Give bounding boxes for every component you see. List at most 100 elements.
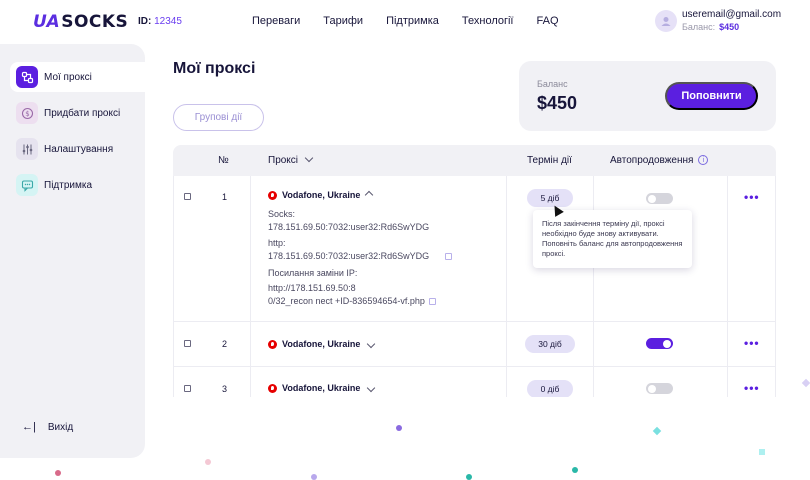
vodafone-icon	[268, 383, 277, 393]
decorative-dot	[205, 459, 211, 465]
sidebar-item-support[interactable]: Підтримка	[10, 170, 145, 200]
avatar[interactable]	[655, 9, 677, 32]
provider-label: Vodafone, Ukraine	[282, 339, 361, 349]
logo-text: SOCKS	[61, 12, 129, 32]
logout-button[interactable]: ←| Вихід	[22, 421, 73, 433]
sidebar-item-settings[interactable]: Налаштування	[10, 134, 145, 164]
ip-change-link-row: 0/32_recon nect +ID-836594654-vf.php	[268, 296, 436, 306]
term-badge: 0 діб	[527, 380, 573, 397]
ip-change-link-line1: http://178.151.69.50:8	[268, 283, 356, 293]
decorative-dot	[572, 467, 578, 473]
dollar-icon: $	[16, 102, 38, 124]
main-nav: Переваги Тарифи Підтримка Технології FAQ	[252, 15, 582, 27]
header-auto-renew-label: Автопродовження	[610, 155, 694, 166]
copy-icon[interactable]	[428, 298, 436, 305]
balance-card-amount: $450	[537, 93, 578, 113]
row-number: 1	[222, 192, 228, 202]
user-icon	[661, 16, 671, 26]
term-tooltip: Після закінчення терміну дії, проксі нео…	[533, 210, 692, 268]
http-value: 178.151.69.50:7032:user32:Rd6SwYDG	[268, 251, 430, 261]
row-checkbox[interactable]	[184, 340, 191, 347]
chat-icon	[16, 174, 38, 196]
user-id-label: ID:	[138, 16, 152, 27]
sidebar-item-label: Налаштування	[44, 143, 114, 155]
decorative-dot	[759, 449, 765, 455]
header-num: №	[218, 155, 229, 166]
row-checkbox[interactable]	[184, 385, 191, 392]
more-menu-icon[interactable]: •••	[744, 190, 760, 204]
http-value-row: 178.151.69.50:7032:user32:Rd6SwYDG	[268, 251, 453, 261]
chevron-down-icon	[367, 339, 376, 349]
header-balance-value: $450	[719, 22, 740, 32]
nav-link-faq[interactable]: FAQ	[537, 15, 559, 27]
header-balance-label: Баланс:	[682, 22, 716, 32]
group-actions-button[interactable]: Групові дії	[173, 104, 264, 131]
term-badge: 30 діб	[525, 335, 575, 353]
chevron-down-icon	[367, 383, 376, 393]
vodafone-icon	[268, 190, 277, 200]
sidebar-item-label: Підтримка	[44, 179, 93, 191]
vodafone-icon	[268, 339, 277, 349]
ip-change-label: Посилання заміни IP:	[268, 268, 358, 278]
proxy-icon	[16, 66, 38, 88]
more-menu-icon[interactable]: •••	[744, 381, 760, 395]
auto-renew-toggle[interactable]	[646, 338, 673, 349]
term-badge: 5 діб	[527, 189, 573, 207]
top-bar: UA SOCKS ID: 12345 Переваги Тарифи Підтр…	[0, 0, 810, 44]
user-id: ID: 12345	[138, 16, 182, 27]
decorative-dot	[55, 470, 61, 476]
chevron-up-icon	[365, 190, 374, 200]
decorative-dot	[652, 426, 662, 436]
balance-card-label: Баланс	[537, 79, 568, 89]
auto-renew-toggle[interactable]	[646, 193, 673, 204]
header-term: Термін дії	[527, 155, 572, 166]
top-up-button[interactable]: Поповнити	[665, 82, 758, 110]
logo[interactable]: UA SOCKS	[33, 12, 128, 32]
chevron-down-icon	[304, 153, 314, 163]
table-header: № Проксі Термін дії Автопродовження i	[173, 145, 776, 176]
sliders-icon	[16, 138, 38, 160]
decorative-dot	[466, 474, 472, 480]
http-label: http:	[268, 238, 286, 248]
sidebar-item-label: Мої проксі	[44, 71, 92, 83]
svg-text:$: $	[25, 110, 29, 118]
ip-change-link-line2: 0/32_recon nect +ID-836594654-vf.php	[268, 296, 425, 306]
header-proxy-label: Проксі	[268, 155, 299, 166]
header-auto-renew: Автопродовження i	[610, 155, 709, 166]
decorative-dot	[801, 378, 810, 388]
sidebar: Мої проксі $ Придбати проксі Налаштуванн…	[0, 44, 145, 458]
socks-label: Socks:	[268, 209, 296, 219]
row-divider	[174, 366, 775, 367]
more-menu-icon[interactable]: •••	[744, 336, 760, 350]
sidebar-item-buy-proxy[interactable]: $ Придбати проксі	[10, 98, 145, 128]
row-number: 3	[222, 384, 228, 394]
sidebar-item-my-proxies[interactable]: Мої проксі	[10, 62, 145, 92]
column-divider	[250, 176, 251, 397]
balance-card: Баланс $450 Поповнити	[519, 61, 776, 131]
provider-label: Vodafone, Ukraine	[282, 383, 361, 393]
logout-label: Вихід	[47, 421, 74, 433]
copy-icon[interactable]	[445, 253, 453, 260]
provider[interactable]: Vodafone, Ukraine	[268, 190, 374, 200]
auto-renew-toggle[interactable]	[646, 383, 673, 394]
nav-link-advantages[interactable]: Переваги	[252, 15, 300, 27]
user-email: useremail@gmail.com	[682, 9, 782, 20]
user-id-value: 12345	[154, 16, 182, 27]
info-icon[interactable]: i	[698, 155, 709, 166]
user-menu[interactable]: useremail@gmail.com Баланс: $450	[655, 9, 781, 32]
nav-link-support[interactable]: Підтримка	[386, 15, 439, 27]
column-divider	[506, 176, 507, 397]
logo-mark: UA	[33, 12, 61, 32]
row-checkbox[interactable]	[184, 193, 191, 200]
nav-link-tariffs[interactable]: Тарифи	[323, 15, 363, 27]
nav-link-technologies[interactable]: Технології	[462, 15, 514, 27]
header-balance: Баланс: $450	[682, 22, 781, 32]
provider[interactable]: Vodafone, Ukraine	[268, 383, 376, 393]
logout-icon: ←|	[22, 421, 36, 433]
row-divider	[174, 321, 775, 322]
provider[interactable]: Vodafone, Ukraine	[268, 339, 376, 349]
decorative-dot	[311, 474, 317, 480]
page-title: Мої проксі	[173, 60, 256, 77]
header-proxy[interactable]: Проксі	[268, 153, 314, 166]
provider-label: Vodafone, Ukraine	[282, 190, 361, 200]
